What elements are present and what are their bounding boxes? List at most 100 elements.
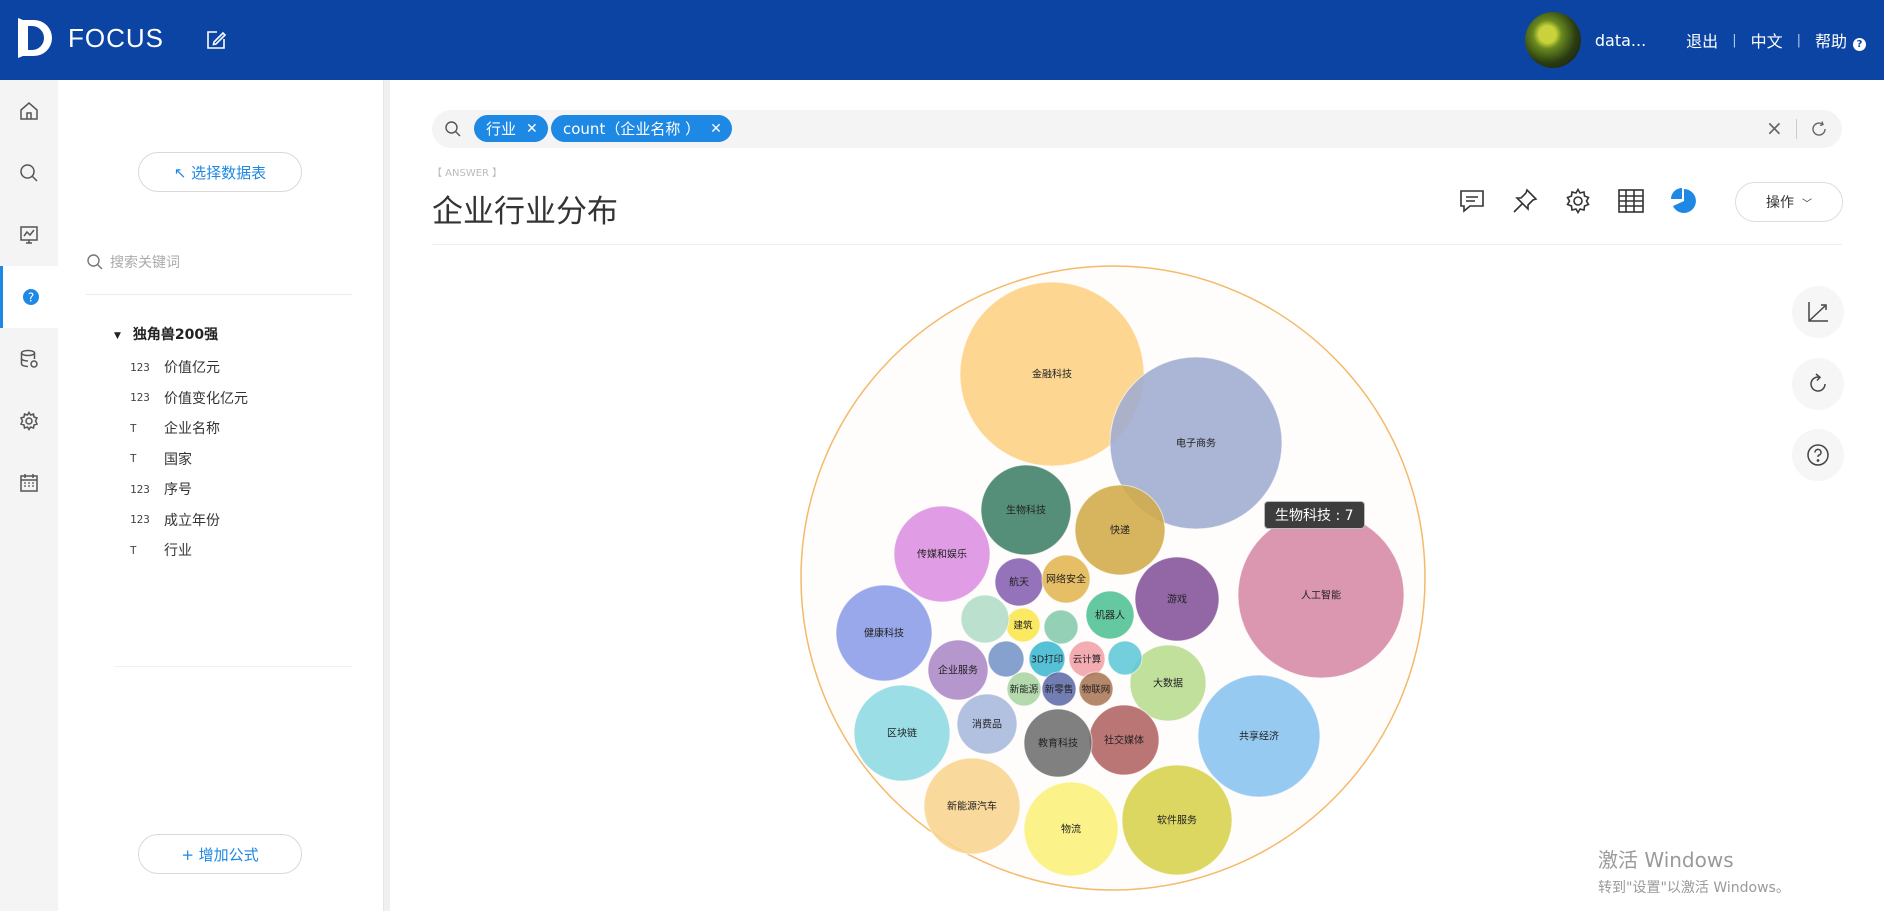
select-table-button[interactable]: ↖ 选择数据表 bbox=[138, 152, 302, 192]
field-item[interactable]: 123 价值亿元 bbox=[130, 352, 248, 383]
panel-resize-handle[interactable] bbox=[384, 80, 390, 911]
table-node[interactable]: ▼ 独角兽200强 bbox=[114, 324, 218, 344]
remove-token-icon[interactable]: ✕ bbox=[710, 121, 722, 137]
help-label: 帮助 bbox=[1814, 32, 1847, 51]
keyword-search[interactable]: 搜索关键词 bbox=[86, 248, 352, 276]
chart-help-button[interactable] bbox=[1792, 429, 1844, 481]
answer-tag: 【 ANSWER 】 bbox=[432, 168, 503, 179]
refresh-icon[interactable] bbox=[1810, 120, 1828, 138]
remove-token-icon[interactable]: ✕ bbox=[526, 121, 538, 137]
search-token[interactable]: 行业 ✕ bbox=[474, 115, 548, 142]
bubble-label: 消费品 bbox=[972, 718, 1002, 731]
reset-chart-button[interactable] bbox=[1792, 358, 1844, 410]
field-list: 123 价值亿元 123 价值变化亿元 T 企业名称 T 国家 123 序号 123 成立年… bbox=[130, 352, 248, 566]
numeric-field-icon: 123 bbox=[130, 391, 150, 405]
pin-button[interactable] bbox=[1508, 184, 1542, 218]
bubble-label: 传媒和娱乐 bbox=[917, 548, 967, 561]
bubble[interactable] bbox=[987, 640, 1025, 678]
table-view-button[interactable] bbox=[1614, 184, 1648, 218]
divider bbox=[114, 666, 352, 667]
bubble[interactable] bbox=[960, 594, 1010, 644]
field-item[interactable]: 123 成立年份 bbox=[130, 505, 248, 536]
app-logo[interactable]: FOCUS bbox=[18, 18, 164, 58]
settings-button[interactable] bbox=[1561, 184, 1595, 218]
bubble[interactable] bbox=[1043, 609, 1079, 645]
nav-database[interactable] bbox=[0, 328, 58, 390]
nav-home[interactable] bbox=[0, 80, 58, 142]
bubble-label: 生物科技 bbox=[1006, 504, 1046, 517]
chart-type-button[interactable] bbox=[1667, 184, 1701, 218]
field-item[interactable]: T 企业名称 bbox=[130, 413, 248, 444]
bubble-label: 软件服务 bbox=[1157, 814, 1197, 827]
top-bar: FOCUS data... 退出 | 中文 | 帮助? bbox=[0, 0, 1884, 80]
field-item[interactable]: 123 序号 bbox=[130, 474, 248, 505]
comment-icon bbox=[1460, 190, 1484, 213]
bubble-label: 建筑 bbox=[1013, 620, 1033, 632]
field-name: 国家 bbox=[164, 451, 192, 468]
avatar[interactable] bbox=[1524, 12, 1581, 68]
search-bar[interactable]: 行业 ✕ count（企业名称 ） ✕ × bbox=[432, 110, 1842, 148]
nav-settings[interactable] bbox=[0, 390, 58, 452]
field-name: 成立年份 bbox=[164, 512, 220, 529]
bubble-label: 健康科技 bbox=[864, 627, 904, 640]
divider: | bbox=[1732, 32, 1737, 48]
operate-label: 操作 bbox=[1766, 195, 1794, 211]
token-label: 行业 bbox=[486, 120, 517, 138]
rotate-icon bbox=[1810, 373, 1826, 392]
nav-rail: ? bbox=[0, 80, 58, 911]
keyword-search-placeholder: 搜索关键词 bbox=[110, 255, 180, 271]
user-name[interactable]: data... bbox=[1595, 31, 1646, 50]
bubble-label: 物流 bbox=[1061, 823, 1081, 836]
bubble-label: 3D打印 bbox=[1031, 654, 1063, 666]
bubble-chart[interactable]: 金融科技电子商务人工智能共享经济软件服务物流 新能源汽车 区块链 健康科技 传媒和娱乐 生… bbox=[790, 262, 1430, 902]
field-item[interactable]: 123 价值变化亿元 bbox=[130, 383, 248, 414]
clear-search-icon[interactable]: × bbox=[1766, 116, 1783, 140]
help-circle-icon: ? bbox=[1853, 38, 1866, 51]
text-field-icon: T bbox=[130, 452, 137, 466]
nav-search[interactable] bbox=[0, 142, 58, 204]
logout-link[interactable]: 退出 bbox=[1672, 28, 1732, 52]
bubble-label: 大数据 bbox=[1153, 677, 1183, 690]
bubble-label: 新能源 bbox=[1010, 684, 1039, 696]
calendar-icon bbox=[20, 474, 38, 492]
nav-dashboard[interactable] bbox=[0, 204, 58, 266]
axis-icon bbox=[1808, 302, 1828, 322]
field-item[interactable]: T 国家 bbox=[130, 444, 248, 475]
field-item[interactable]: T 行业 bbox=[130, 535, 248, 566]
divider bbox=[86, 294, 352, 295]
field-name: 行业 bbox=[164, 543, 192, 560]
divider: | bbox=[1796, 32, 1801, 48]
edit-icon[interactable] bbox=[204, 28, 228, 52]
bubble-label: 电子商务 bbox=[1176, 437, 1216, 450]
page-title: 企业行业分布 bbox=[432, 194, 618, 230]
bubble-label: 教育科技 bbox=[1038, 737, 1078, 750]
add-formula-button[interactable]: + 增加公式 bbox=[138, 834, 302, 874]
field-name: 企业名称 bbox=[164, 421, 220, 438]
nav-question[interactable]: ? bbox=[0, 266, 58, 328]
database-icon bbox=[20, 349, 38, 368]
bubble-label: 航天 bbox=[1009, 576, 1029, 589]
numeric-field-icon: 123 bbox=[130, 513, 150, 527]
bubble-label: 物联网 bbox=[1082, 684, 1111, 696]
bubble-label: 企业服务 bbox=[938, 664, 978, 677]
focus-logo-icon bbox=[18, 18, 52, 58]
watermark-title: 激活 Windows bbox=[1598, 848, 1734, 872]
svg-text:?: ? bbox=[27, 291, 33, 305]
comment-button[interactable] bbox=[1455, 184, 1489, 218]
bubble-label: 金融科技 bbox=[1032, 368, 1072, 381]
bubble-label: 游戏 bbox=[1167, 593, 1187, 606]
search-token[interactable]: count（企业名称 ） ✕ bbox=[551, 115, 732, 142]
bubble-label: 网络安全 bbox=[1046, 573, 1086, 586]
divider bbox=[1796, 119, 1797, 139]
search-icon bbox=[87, 254, 103, 270]
help-link[interactable]: 帮助? bbox=[1801, 28, 1884, 52]
chart-tooltip: 生物科技 : 7 bbox=[1264, 501, 1365, 529]
language-link[interactable]: 中文 bbox=[1737, 28, 1797, 52]
nav-calendar[interactable] bbox=[0, 452, 58, 514]
bubble-label: 云计算 bbox=[1073, 654, 1102, 666]
help-circle-icon bbox=[1807, 444, 1829, 466]
bubble[interactable] bbox=[1107, 640, 1143, 676]
bubble-label: 区块链 bbox=[887, 727, 917, 740]
axis-settings-button[interactable] bbox=[1792, 286, 1844, 338]
operate-dropdown[interactable]: 操作 ﹀ bbox=[1735, 182, 1843, 222]
